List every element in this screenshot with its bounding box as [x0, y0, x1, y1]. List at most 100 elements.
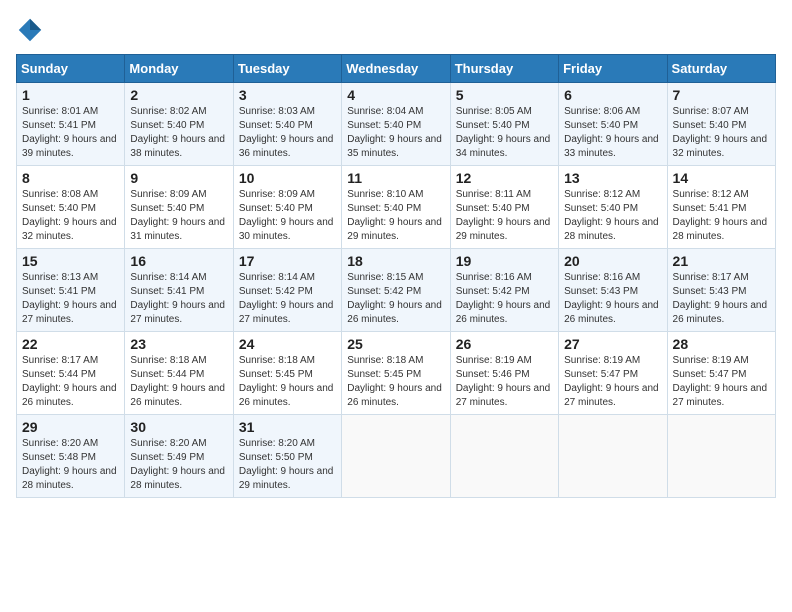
- day-number: 11: [347, 170, 444, 186]
- calendar-row: 22 Sunrise: 8:17 AM Sunset: 5:44 PM Dayl…: [17, 332, 776, 415]
- calendar-cell: 15 Sunrise: 8:13 AM Sunset: 5:41 PM Dayl…: [17, 249, 125, 332]
- cell-info: Sunrise: 8:16 AM Sunset: 5:43 PM Dayligh…: [564, 271, 661, 327]
- calendar-cell: 2 Sunrise: 8:02 AM Sunset: 5:40 PM Dayli…: [125, 83, 233, 166]
- cell-info: Sunrise: 8:18 AM Sunset: 5:45 PM Dayligh…: [347, 354, 444, 410]
- day-number: 17: [239, 253, 336, 269]
- day-number: 25: [347, 336, 444, 352]
- day-number: 15: [22, 253, 119, 269]
- day-number: 14: [673, 170, 770, 186]
- calendar-cell: 8 Sunrise: 8:08 AM Sunset: 5:40 PM Dayli…: [17, 166, 125, 249]
- calendar-row: 1 Sunrise: 8:01 AM Sunset: 5:41 PM Dayli…: [17, 83, 776, 166]
- calendar-cell: 28 Sunrise: 8:19 AM Sunset: 5:47 PM Dayl…: [667, 332, 775, 415]
- calendar-cell: 9 Sunrise: 8:09 AM Sunset: 5:40 PM Dayli…: [125, 166, 233, 249]
- calendar-cell: 26 Sunrise: 8:19 AM Sunset: 5:46 PM Dayl…: [450, 332, 558, 415]
- cell-info: Sunrise: 8:09 AM Sunset: 5:40 PM Dayligh…: [130, 188, 227, 244]
- calendar-cell: 7 Sunrise: 8:07 AM Sunset: 5:40 PM Dayli…: [667, 83, 775, 166]
- calendar-cell: 22 Sunrise: 8:17 AM Sunset: 5:44 PM Dayl…: [17, 332, 125, 415]
- calendar-cell: 10 Sunrise: 8:09 AM Sunset: 5:40 PM Dayl…: [233, 166, 341, 249]
- calendar-cell: 19 Sunrise: 8:16 AM Sunset: 5:42 PM Dayl…: [450, 249, 558, 332]
- day-number: 2: [130, 87, 227, 103]
- calendar-body: 1 Sunrise: 8:01 AM Sunset: 5:41 PM Dayli…: [17, 83, 776, 498]
- cell-info: Sunrise: 8:19 AM Sunset: 5:47 PM Dayligh…: [673, 354, 770, 410]
- header-day-wednesday: Wednesday: [342, 55, 450, 83]
- header-day-sunday: Sunday: [17, 55, 125, 83]
- calendar-cell: 29 Sunrise: 8:20 AM Sunset: 5:48 PM Dayl…: [17, 415, 125, 498]
- day-number: 3: [239, 87, 336, 103]
- cell-info: Sunrise: 8:06 AM Sunset: 5:40 PM Dayligh…: [564, 105, 661, 161]
- cell-info: Sunrise: 8:12 AM Sunset: 5:41 PM Dayligh…: [673, 188, 770, 244]
- cell-info: Sunrise: 8:20 AM Sunset: 5:49 PM Dayligh…: [130, 437, 227, 493]
- calendar-cell: [342, 415, 450, 498]
- day-number: 26: [456, 336, 553, 352]
- calendar-cell: 23 Sunrise: 8:18 AM Sunset: 5:44 PM Dayl…: [125, 332, 233, 415]
- day-number: 16: [130, 253, 227, 269]
- day-number: 29: [22, 419, 119, 435]
- cell-info: Sunrise: 8:04 AM Sunset: 5:40 PM Dayligh…: [347, 105, 444, 161]
- calendar-cell: [450, 415, 558, 498]
- calendar-cell: 20 Sunrise: 8:16 AM Sunset: 5:43 PM Dayl…: [559, 249, 667, 332]
- header: [16, 16, 776, 44]
- cell-info: Sunrise: 8:02 AM Sunset: 5:40 PM Dayligh…: [130, 105, 227, 161]
- cell-info: Sunrise: 8:17 AM Sunset: 5:43 PM Dayligh…: [673, 271, 770, 327]
- cell-info: Sunrise: 8:19 AM Sunset: 5:47 PM Dayligh…: [564, 354, 661, 410]
- day-number: 21: [673, 253, 770, 269]
- calendar-cell: [559, 415, 667, 498]
- header-day-monday: Monday: [125, 55, 233, 83]
- day-number: 8: [22, 170, 119, 186]
- cell-info: Sunrise: 8:14 AM Sunset: 5:41 PM Dayligh…: [130, 271, 227, 327]
- calendar-row: 29 Sunrise: 8:20 AM Sunset: 5:48 PM Dayl…: [17, 415, 776, 498]
- calendar-cell: 5 Sunrise: 8:05 AM Sunset: 5:40 PM Dayli…: [450, 83, 558, 166]
- calendar-cell: 31 Sunrise: 8:20 AM Sunset: 5:50 PM Dayl…: [233, 415, 341, 498]
- day-number: 9: [130, 170, 227, 186]
- calendar-cell: 12 Sunrise: 8:11 AM Sunset: 5:40 PM Dayl…: [450, 166, 558, 249]
- calendar-cell: 6 Sunrise: 8:06 AM Sunset: 5:40 PM Dayli…: [559, 83, 667, 166]
- day-number: 19: [456, 253, 553, 269]
- header-day-friday: Friday: [559, 55, 667, 83]
- day-number: 31: [239, 419, 336, 435]
- calendar-cell: 24 Sunrise: 8:18 AM Sunset: 5:45 PM Dayl…: [233, 332, 341, 415]
- calendar-cell: 25 Sunrise: 8:18 AM Sunset: 5:45 PM Dayl…: [342, 332, 450, 415]
- header-day-thursday: Thursday: [450, 55, 558, 83]
- cell-info: Sunrise: 8:14 AM Sunset: 5:42 PM Dayligh…: [239, 271, 336, 327]
- calendar-cell: 27 Sunrise: 8:19 AM Sunset: 5:47 PM Dayl…: [559, 332, 667, 415]
- day-number: 5: [456, 87, 553, 103]
- calendar-cell: 1 Sunrise: 8:01 AM Sunset: 5:41 PM Dayli…: [17, 83, 125, 166]
- header-day-saturday: Saturday: [667, 55, 775, 83]
- cell-info: Sunrise: 8:18 AM Sunset: 5:45 PM Dayligh…: [239, 354, 336, 410]
- day-number: 4: [347, 87, 444, 103]
- cell-info: Sunrise: 8:13 AM Sunset: 5:41 PM Dayligh…: [22, 271, 119, 327]
- logo-icon: [16, 16, 44, 44]
- calendar-cell: 17 Sunrise: 8:14 AM Sunset: 5:42 PM Dayl…: [233, 249, 341, 332]
- day-number: 27: [564, 336, 661, 352]
- calendar-cell: 4 Sunrise: 8:04 AM Sunset: 5:40 PM Dayli…: [342, 83, 450, 166]
- day-number: 13: [564, 170, 661, 186]
- day-number: 24: [239, 336, 336, 352]
- day-number: 22: [22, 336, 119, 352]
- calendar-cell: 18 Sunrise: 8:15 AM Sunset: 5:42 PM Dayl…: [342, 249, 450, 332]
- cell-info: Sunrise: 8:15 AM Sunset: 5:42 PM Dayligh…: [347, 271, 444, 327]
- cell-info: Sunrise: 8:10 AM Sunset: 5:40 PM Dayligh…: [347, 188, 444, 244]
- calendar-table: SundayMondayTuesdayWednesdayThursdayFrid…: [16, 54, 776, 498]
- day-number: 12: [456, 170, 553, 186]
- calendar-row: 15 Sunrise: 8:13 AM Sunset: 5:41 PM Dayl…: [17, 249, 776, 332]
- calendar-cell: 30 Sunrise: 8:20 AM Sunset: 5:49 PM Dayl…: [125, 415, 233, 498]
- day-number: 7: [673, 87, 770, 103]
- calendar-cell: 13 Sunrise: 8:12 AM Sunset: 5:40 PM Dayl…: [559, 166, 667, 249]
- day-number: 10: [239, 170, 336, 186]
- cell-info: Sunrise: 8:08 AM Sunset: 5:40 PM Dayligh…: [22, 188, 119, 244]
- calendar-cell: [667, 415, 775, 498]
- calendar-cell: 16 Sunrise: 8:14 AM Sunset: 5:41 PM Dayl…: [125, 249, 233, 332]
- cell-info: Sunrise: 8:11 AM Sunset: 5:40 PM Dayligh…: [456, 188, 553, 244]
- cell-info: Sunrise: 8:17 AM Sunset: 5:44 PM Dayligh…: [22, 354, 119, 410]
- header-row: SundayMondayTuesdayWednesdayThursdayFrid…: [17, 55, 776, 83]
- cell-info: Sunrise: 8:20 AM Sunset: 5:50 PM Dayligh…: [239, 437, 336, 493]
- logo: [16, 16, 48, 44]
- calendar-cell: 14 Sunrise: 8:12 AM Sunset: 5:41 PM Dayl…: [667, 166, 775, 249]
- day-number: 28: [673, 336, 770, 352]
- day-number: 1: [22, 87, 119, 103]
- calendar-cell: 11 Sunrise: 8:10 AM Sunset: 5:40 PM Dayl…: [342, 166, 450, 249]
- cell-info: Sunrise: 8:20 AM Sunset: 5:48 PM Dayligh…: [22, 437, 119, 493]
- day-number: 30: [130, 419, 227, 435]
- cell-info: Sunrise: 8:09 AM Sunset: 5:40 PM Dayligh…: [239, 188, 336, 244]
- cell-info: Sunrise: 8:01 AM Sunset: 5:41 PM Dayligh…: [22, 105, 119, 161]
